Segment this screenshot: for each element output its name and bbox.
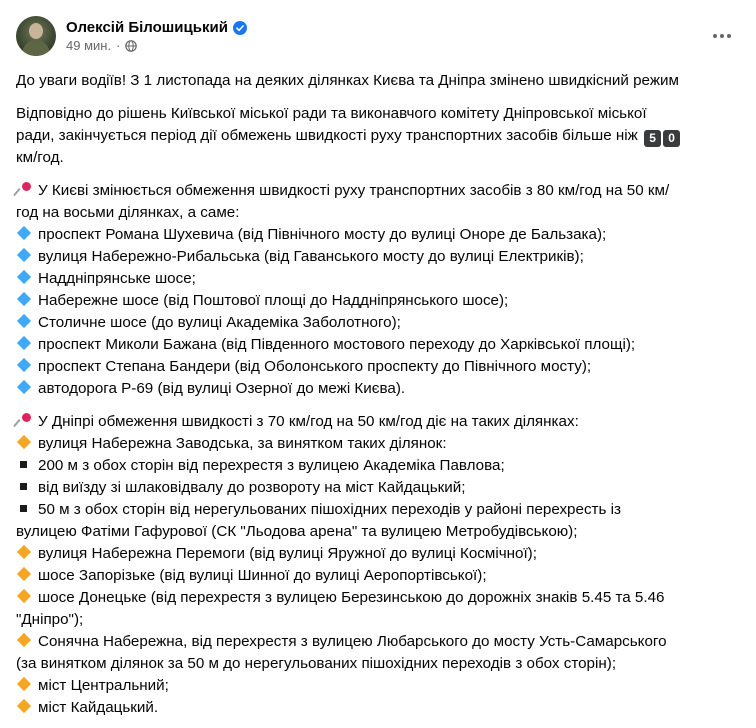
- post-timestamp[interactable]: 49 мин.: [66, 38, 111, 53]
- headline: До уваги водіїв! З 1 листопада на деяких…: [16, 72, 679, 89]
- small-blue-diamond-icon: [16, 335, 32, 351]
- sub-list-item-continuation: вулицею Фатіми Гафурової (СК "Льодова ар…: [16, 523, 578, 540]
- list-item: шосе Донецьке (від перехрестя з вулицею …: [16, 587, 740, 609]
- black-small-square-icon: [16, 456, 32, 472]
- small-orange-diamond-icon: [16, 566, 32, 582]
- list-item: проспект Романа Шухевича (від Північного…: [16, 224, 740, 246]
- globe-icon[interactable]: [125, 39, 138, 52]
- sub-list-item: від виїзду зі шлаковідвалу до розвороту …: [16, 477, 740, 499]
- list-item: вулиця Набережна Перемоги (від вулиці Яр…: [16, 543, 740, 565]
- list-item: Наддніпрянське шосе;: [16, 268, 740, 290]
- black-small-square-icon: [16, 478, 32, 494]
- intro-line: ради, закінчується період дії обмежень ш…: [16, 127, 638, 144]
- post-body: До уваги водіїв! З 1 листопада на деяких…: [16, 70, 740, 719]
- list-item: автодорога Р-69 (від вулиці Озерної до м…: [16, 378, 740, 400]
- small-blue-diamond-icon: [16, 225, 32, 241]
- list-item: міст Центральний;: [16, 675, 740, 697]
- small-blue-diamond-icon: [16, 379, 32, 395]
- small-orange-diamond-icon: [16, 676, 32, 692]
- sub-list-item: 50 м з обох сторін від нерегульованих пі…: [16, 499, 740, 521]
- list-item: вулиця Набережно-Рибальська (від Гавансь…: [16, 246, 740, 268]
- author-avatar[interactable]: [16, 16, 56, 56]
- author-name[interactable]: Олексій Білошицький: [66, 19, 228, 36]
- intro-line: км/год.: [16, 149, 64, 166]
- list-item-continuation: "Дніпро");: [16, 611, 84, 628]
- author-row: Олексій Білошицький: [66, 19, 247, 36]
- list-item: шосе Запорізьке (від вулиці Шинної до ву…: [16, 565, 740, 587]
- dnipro-section: У Дніпрі обмеження швидкості з 70 км/год…: [16, 411, 740, 719]
- round-pushpin-icon: [16, 181, 32, 197]
- keycap-digit-five: 5: [644, 130, 662, 147]
- list-item: проспект Миколи Бажана (від Південного м…: [16, 334, 740, 356]
- small-orange-diamond-icon: [16, 434, 32, 450]
- post-header: Олексій Білошицький 49 мин. ·: [16, 12, 740, 60]
- headline-paragraph: До уваги водіїв! З 1 листопада на деяких…: [16, 70, 740, 92]
- list-item: Сонячна Набережна, від перехрестя з вули…: [16, 631, 740, 653]
- dnipro-intro-line: У Дніпрі обмеження швидкості з 70 км/год…: [16, 411, 740, 433]
- list-item: вулиця Набережна Заводська, за винятком …: [16, 433, 740, 455]
- list-item-continuation: (за винятком ділянок за 50 м до нерегуль…: [16, 655, 617, 672]
- list-item: проспект Степана Бандери (від Оболонсько…: [16, 356, 740, 378]
- kyiv-intro-line: У Києві змінюється обмеження швидкості р…: [16, 180, 740, 202]
- kyiv-section: У Києві змінюється обмеження швидкості р…: [16, 180, 740, 400]
- small-orange-diamond-icon: [16, 698, 32, 714]
- post-time-row: 49 мин. ·: [66, 38, 247, 53]
- small-blue-diamond-icon: [16, 291, 32, 307]
- intro-line: Відповідно до рішень Київської міської р…: [16, 105, 647, 122]
- list-item: Столичне шосе (до вулиці Академіка Забол…: [16, 312, 740, 334]
- sub-list-item: 200 м з обох сторін від перехрестя з вул…: [16, 455, 740, 477]
- intro-line-with-keycaps: ради, закінчується період дії обмежень ш…: [16, 125, 740, 147]
- small-blue-diamond-icon: [16, 357, 32, 373]
- meta-separator: ·: [116, 38, 121, 53]
- small-blue-diamond-icon: [16, 247, 32, 263]
- small-blue-diamond-icon: [16, 313, 32, 329]
- small-blue-diamond-icon: [16, 269, 32, 285]
- verified-badge-icon: [232, 20, 247, 35]
- black-small-square-icon: [16, 500, 32, 516]
- kyiv-intro-line: год на восьми ділянках, а саме:: [16, 204, 240, 221]
- list-item: Набережне шосе (від Поштової площі до На…: [16, 290, 740, 312]
- post-meta: Олексій Білошицький 49 мин. ·: [66, 19, 247, 53]
- list-item: міст Кайдацький.: [16, 697, 740, 719]
- small-orange-diamond-icon: [16, 632, 32, 648]
- small-orange-diamond-icon: [16, 544, 32, 560]
- more-options-icon[interactable]: [704, 18, 740, 54]
- small-orange-diamond-icon: [16, 588, 32, 604]
- round-pushpin-icon: [16, 412, 32, 428]
- facebook-post: Олексій Білошицький 49 мин. · До уваги в…: [0, 0, 756, 728]
- keycap-digit-zero: 0: [663, 130, 681, 147]
- intro-paragraph: Відповідно до рішень Київської міської р…: [16, 103, 740, 169]
